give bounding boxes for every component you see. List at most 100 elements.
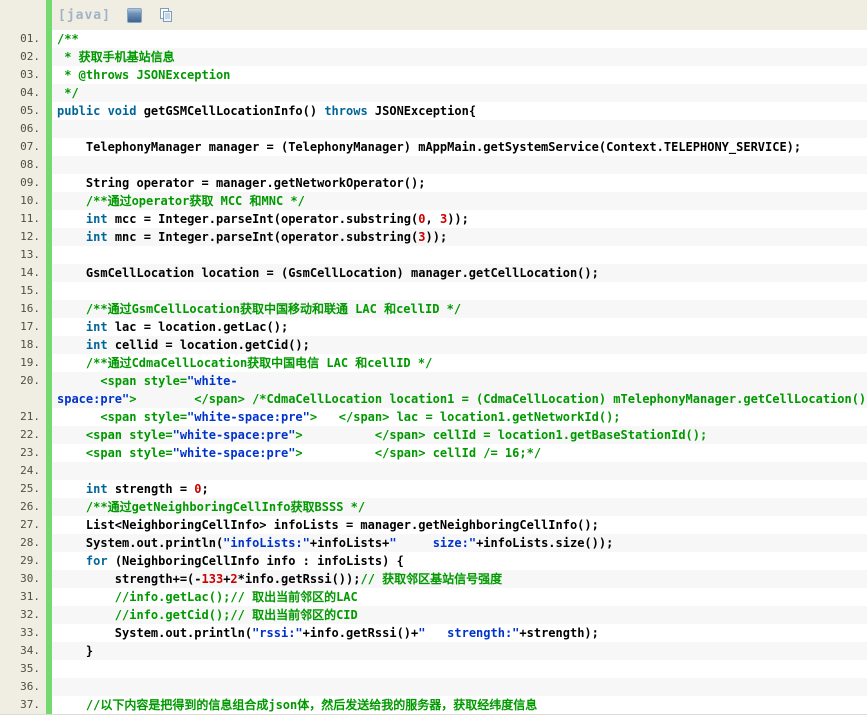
line-number: 05. (0, 102, 46, 120)
line-number: 07. (0, 138, 46, 156)
copy-icon[interactable] (158, 7, 174, 23)
code-line: 32. //info.getCid();// 取出当前邻区的CID (0, 606, 867, 624)
line-number: 09. (0, 174, 46, 192)
line-number: 23. (0, 444, 46, 462)
code-line: 30. strength+=(-133+2*info.getRssi());//… (0, 570, 867, 588)
code-line-content: int cellid = location.getCid(); (52, 336, 867, 354)
copy-icon-glyph (158, 7, 174, 23)
line-number: 04. (0, 84, 46, 102)
line-number: 36. (0, 678, 46, 696)
code-token-comment: > </span> cellId = location1.getBaseStat… (295, 428, 707, 442)
code-line-content: /**通过GsmCellLocation获取中国移动和联通 LAC 和cellI… (52, 300, 867, 318)
line-number: 10. (0, 192, 46, 210)
code-line-content: /** (52, 30, 867, 48)
code-token-string: "white-space:pre" (173, 446, 296, 460)
code-line-content (52, 282, 867, 300)
code-token-plain: *info.getRssi()); (238, 572, 361, 586)
line-number: 14. (0, 264, 46, 282)
code-token-comment: //以下内容是把得到的信息组合成json体，然后发送给我的服务器，获取经纬度信息 (57, 698, 537, 712)
code-line-content: * @throws JSONException (52, 66, 867, 84)
code-line: 25. int strength = 0; (0, 480, 867, 498)
code-token-comment: <span style= (57, 428, 173, 442)
code-token-plain: ; (202, 482, 209, 496)
code-line: 04. */ (0, 84, 867, 102)
code-line-content: int lac = location.getLac(); (52, 318, 867, 336)
line-number: 37. (0, 696, 46, 714)
view-plain-icon[interactable] (127, 8, 142, 23)
line-number: 26. (0, 498, 46, 516)
code-token-plain: )); (447, 212, 469, 226)
code-token-plain: JSONException{ (368, 104, 476, 118)
line-number: 08. (0, 156, 46, 174)
code-token-comment: /**通过CdmaCellLocation获取中国电信 LAC 和cellID … (57, 356, 432, 370)
code-line-content: for (NeighboringCellInfo info : infoList… (52, 552, 867, 570)
code-token-comment: > </span> cellId /= 16;*/ (295, 446, 541, 460)
code-line: 14. GsmCellLocation location = (GsmCellL… (0, 264, 867, 282)
code-token-keyword: int (86, 320, 108, 334)
line-number: 02. (0, 48, 46, 66)
line-number: 12. (0, 228, 46, 246)
bottom-strip (0, 715, 867, 727)
code-token-string: "infoLists:" (223, 536, 310, 550)
code-token-plain: +info.getRssi()+ (303, 626, 419, 640)
code-token-plain: (NeighboringCellInfo info : infoLists) { (108, 554, 404, 568)
code-line: 34. } (0, 642, 867, 660)
code-token-number: 0 (194, 482, 201, 496)
code-token-comment: * 获取手机基站信息 (57, 50, 175, 64)
code-line: 02. * 获取手机基站信息 (0, 48, 867, 66)
line-number: 30. (0, 570, 46, 588)
line-number (0, 390, 46, 408)
code-line-content: //以下内容是把得到的信息组合成json体，然后发送给我的服务器，获取经纬度信息 (52, 696, 867, 714)
code-token-plain: cellid = location.getCid(); (108, 338, 310, 352)
code-line-content: <span style="white- (52, 372, 867, 390)
code-token-string: "white-space:pre" (173, 428, 296, 442)
code-line-content: /**通过CdmaCellLocation获取中国电信 LAC 和cellID … (52, 354, 867, 372)
code-line-content: <span style="white-space:pre"> </span> c… (52, 444, 867, 462)
code-line: 15. (0, 282, 867, 300)
code-line: 16. /**通过GsmCellLocation获取中国移动和联通 LAC 和c… (0, 300, 867, 318)
code-token-comment: //info.getLac();// 取出当前邻区的LAC (57, 590, 358, 604)
code-line-content: */ (52, 84, 867, 102)
code-line-content: TelephonyManager manager = (TelephonyMan… (52, 138, 867, 156)
code-line-content (52, 246, 867, 264)
code-line-content (52, 120, 867, 138)
code-token-plain: String operator = manager.getNetworkOper… (57, 176, 425, 190)
code-line: 11. int mcc = Integer.parseInt(operator.… (0, 210, 867, 228)
code-token-string: "white- (187, 374, 238, 388)
line-number: 33. (0, 624, 46, 642)
code-token-number: 133 (202, 572, 224, 586)
code-token-comment: <span style= (57, 446, 173, 460)
code-line-content: int mnc = Integer.parseInt(operator.subs… (52, 228, 867, 246)
code-line-content: System.out.println("infoLists:"+infoList… (52, 534, 867, 552)
code-line-content: //info.getCid();// 取出当前邻区的CID (52, 606, 867, 624)
code-line-content: //info.getLac();// 取出当前邻区的LAC (52, 588, 867, 606)
code-line: 27. List<NeighboringCellInfo> infoLists … (0, 516, 867, 534)
code-token-plain: +infoLists+ (310, 536, 389, 550)
code-line: 35. (0, 660, 867, 678)
code-line-content: String operator = manager.getNetworkOper… (52, 174, 867, 192)
code-token-plain: GsmCellLocation location = (GsmCellLocat… (57, 266, 599, 280)
line-number: 22. (0, 426, 46, 444)
code-line: 13. (0, 246, 867, 264)
code-token-keyword: throws (324, 104, 367, 118)
code-token-plain: mnc = Integer.parseInt(operator.substrin… (108, 230, 419, 244)
code-line: 06. (0, 120, 867, 138)
code-token-comment: /** (57, 32, 79, 46)
code-line-content: * 获取手机基站信息 (52, 48, 867, 66)
line-number: 15. (0, 282, 46, 300)
code-line-content (52, 156, 867, 174)
code-token-comment: <span style= (57, 374, 187, 388)
code-token-plain: lac = location.getLac(); (108, 320, 289, 334)
code-token-comment: * @throws JSONException (57, 68, 230, 82)
code-token-comment: /**通过getNeighboringCellInfo获取BSSS */ (57, 500, 365, 514)
code-line-content: <span style="white-space:pre"> </span> c… (52, 426, 867, 444)
code-token-comment: /**通过operator获取 MCC 和MNC */ (57, 194, 305, 208)
code-line-content: int strength = 0; (52, 480, 867, 498)
code-line-content: space:pre"> </span> /*CdmaCellLocation l… (52, 390, 867, 408)
code-line: 10. /**通过operator获取 MCC 和MNC */ (0, 192, 867, 210)
code-line: 23. <span style="white-space:pre"> </spa… (0, 444, 867, 462)
code-token-string: "rssi:" (252, 626, 303, 640)
line-number: 28. (0, 534, 46, 552)
code-token-keyword: int (86, 338, 108, 352)
code-token-plain: +strength); (519, 626, 598, 640)
